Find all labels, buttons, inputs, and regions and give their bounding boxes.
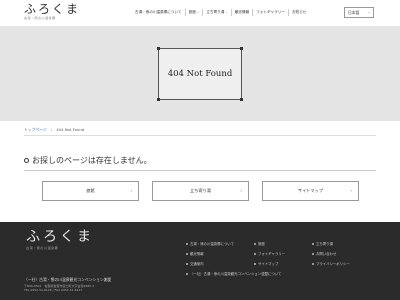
chevron-right-icon: › — [240, 188, 242, 193]
button-label: 立ち寄り湯 — [190, 188, 211, 193]
footer-link-label: サイトマップ — [258, 262, 279, 266]
nav-item-news[interactable]: お知らせ — [287, 9, 309, 16]
bullet-icon — [312, 243, 314, 245]
footer-link-label: （一社）古湯・熊の川温泉観光コンベンション連盟について — [190, 272, 282, 276]
nav-item-about[interactable]: 古湯・熊の川温泉郷について — [132, 9, 185, 16]
chevron-right-icon: › — [350, 188, 352, 193]
footer-link-label: プライバシーポリシー — [316, 262, 350, 266]
footer-contact-line: TEL 0952-51-8126 / FAX 0952-51-8127 — [24, 288, 83, 293]
footer-link-label: 観光情報 — [190, 252, 204, 256]
error-message-text: お探しのページは存在しません。 — [32, 156, 152, 165]
button-label: 旅館 — [86, 188, 95, 193]
site-header: ふろくま 古湯・熊の川温泉郷 古湯・熊の川温泉郷について 旅館⌄ 立ち寄り湯⌄ … — [0, 0, 400, 26]
bullet-icon — [312, 263, 314, 265]
site-logo[interactable]: ふろくま 古湯・熊の川温泉郷 — [24, 3, 80, 20]
nav-label: フォトギャラリー — [256, 10, 285, 14]
logo-subtext: 古湯・熊の川温泉郷 — [24, 16, 56, 20]
footer-link-association[interactable]: （一社）古湯・熊の川温泉観光コンベンション連盟について — [186, 271, 281, 276]
bullet-icon — [254, 263, 256, 265]
footer-organization: （一社）古湯・熊の川温泉観光コンベンション謝愛 — [24, 277, 112, 282]
not-found-box: 404 Not Found — [157, 47, 243, 101]
nav-label: 古湯・熊の川温泉郷について — [135, 10, 182, 14]
footer-link-sitemap[interactable]: サイトマップ — [254, 261, 278, 266]
main-nav: 古湯・熊の川温泉郷について 旅館⌄ 立ち寄り湯⌄ 観光情報 フォトギャラリー お… — [132, 9, 309, 16]
footer-link-label: 旅館 — [258, 242, 265, 246]
nav-item-gallery[interactable]: フォトギャラリー — [252, 9, 288, 16]
footer-logo[interactable]: ふろくま 古湯・熊の川温泉郷 — [26, 230, 94, 250]
nav-label: 立ち寄り湯 — [206, 10, 225, 14]
chevron-right-icon: › — [130, 188, 132, 193]
footer-link-onsen[interactable]: 立ち寄り湯 — [312, 241, 333, 246]
footer-logo-text: ふろくま — [26, 229, 94, 245]
footer-link-access[interactable]: 交通案内 — [186, 261, 204, 266]
divider — [24, 135, 376, 136]
language-select[interactable]: 日本語 ⌄ — [344, 7, 374, 18]
footer-link-about[interactable]: 古湯・熊の川温泉郷について — [186, 241, 234, 246]
nav-label: お知らせ — [291, 10, 307, 14]
nav-label: 旅館 — [188, 10, 196, 14]
button-label: サイトマップ — [297, 188, 324, 193]
footer-link-sightseeing[interactable]: 観光情報 — [186, 251, 204, 256]
chevron-down-icon: ⌄ — [367, 10, 370, 14]
logo-text: ふろくま — [24, 2, 81, 16]
bullet-icon — [254, 253, 256, 255]
footer-link-label: フォトギャラリー — [258, 252, 286, 256]
bullet-icon — [254, 243, 256, 245]
bullet-icon — [312, 253, 314, 255]
nav-label: 観光情報 — [234, 10, 250, 14]
bullet-icon — [186, 253, 188, 255]
error-message: お探しのページは存在しません。 — [24, 155, 376, 166]
nav-item-onsen[interactable]: 立ち寄り湯⌄ — [202, 9, 230, 16]
breadcrumb-current: 404 Not Found — [56, 127, 85, 132]
breadcrumb: トップページ › 404 Not Found — [24, 127, 84, 133]
chevron-down-icon: ⌄ — [225, 10, 228, 14]
onsen-button[interactable]: 立ち寄り湯 › — [152, 181, 249, 201]
hero-banner: 404 Not Found — [0, 26, 400, 121]
circle-icon — [24, 158, 29, 163]
breadcrumb-separator: › — [50, 127, 53, 132]
sitemap-button[interactable]: サイトマップ › — [262, 181, 359, 201]
footer-link-ryokan[interactable]: 旅館 — [254, 241, 265, 246]
not-found-title: 404 Not Found — [167, 69, 233, 79]
site-footer: ふろくま 古湯・熊の川温泉郷 （一社）古湯・熊の川温泉観光コンベンション謝愛 〒… — [0, 222, 400, 300]
footer-address: 〒840-0501 佐賀県佐賀市富士町大字古湯2685-3 TEL 0952-5… — [24, 284, 94, 292]
footer-logo-subtext: 古湯・熊の川温泉郷 — [26, 246, 59, 250]
footer-link-gallery[interactable]: フォトギャラリー — [254, 251, 285, 256]
nav-item-sightseeing[interactable]: 観光情報 — [230, 9, 252, 16]
footer-link-label: 交通案内 — [190, 262, 204, 266]
ryokan-button[interactable]: 旅館 › — [42, 181, 139, 201]
footer-link-contact[interactable]: お問い合わせ — [312, 251, 336, 256]
footer-link-label: 立ち寄り湯 — [316, 242, 333, 246]
bullet-icon — [186, 273, 188, 275]
footer-link-label: お問い合わせ — [316, 252, 337, 256]
footer-link-privacy[interactable]: プライバシーポリシー — [312, 261, 350, 266]
divider — [24, 170, 376, 171]
bullet-icon — [186, 243, 188, 245]
footer-link-label: 古湯・熊の川温泉郷について — [190, 242, 234, 246]
language-label: 日本語 — [348, 10, 360, 15]
breadcrumb-home-link[interactable]: トップページ — [24, 127, 47, 133]
chevron-down-icon: ⌄ — [196, 10, 200, 14]
bullet-icon — [186, 263, 188, 265]
nav-item-ryokan[interactable]: 旅館⌄ — [184, 9, 203, 16]
